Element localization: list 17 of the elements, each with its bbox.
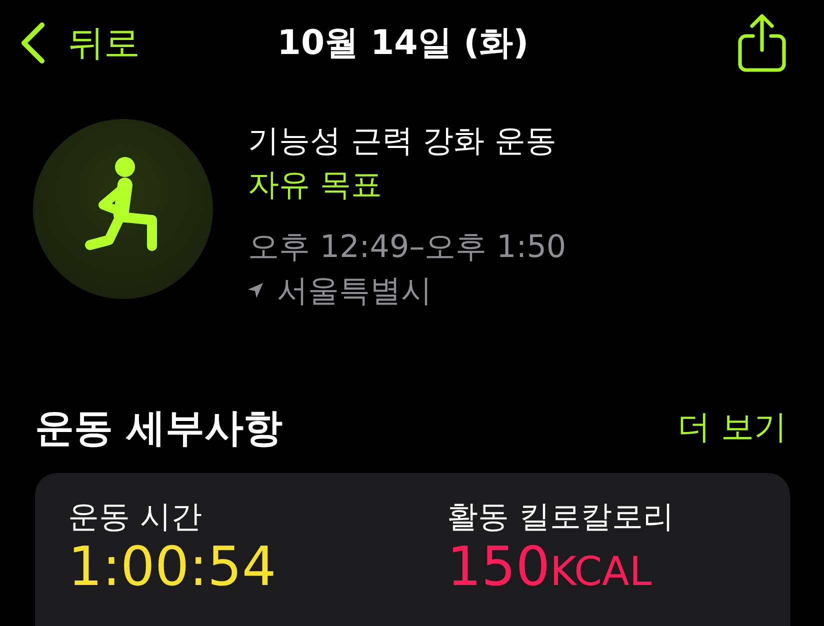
metric-value: 1:00:54 xyxy=(68,537,278,597)
share-button[interactable] xyxy=(738,14,786,72)
metric-label: 활동 킬로칼로리 xyxy=(447,498,675,537)
lunge-figure-icon xyxy=(33,118,213,299)
back-button[interactable]: 뒤로 xyxy=(20,18,140,68)
workout-time-range: 오후 12:49–오후 1:50 xyxy=(248,228,566,267)
metric-label: 운동 시간 xyxy=(68,498,203,537)
workout-location: 서울특별시 xyxy=(277,272,432,311)
chevron-left-icon xyxy=(20,22,46,64)
workout-goal: 자유 목표 xyxy=(248,166,383,205)
location-arrow-icon xyxy=(248,283,263,298)
share-icon xyxy=(738,14,786,72)
show-more-link[interactable]: 더 보기 xyxy=(678,405,787,450)
page-title: 10월 14일 (화) xyxy=(277,22,529,66)
workout-name: 기능성 근력 강화 운동 xyxy=(248,122,558,161)
metric-value: 150KCAL xyxy=(447,537,653,600)
section-title: 운동 세부사항 xyxy=(35,404,283,453)
